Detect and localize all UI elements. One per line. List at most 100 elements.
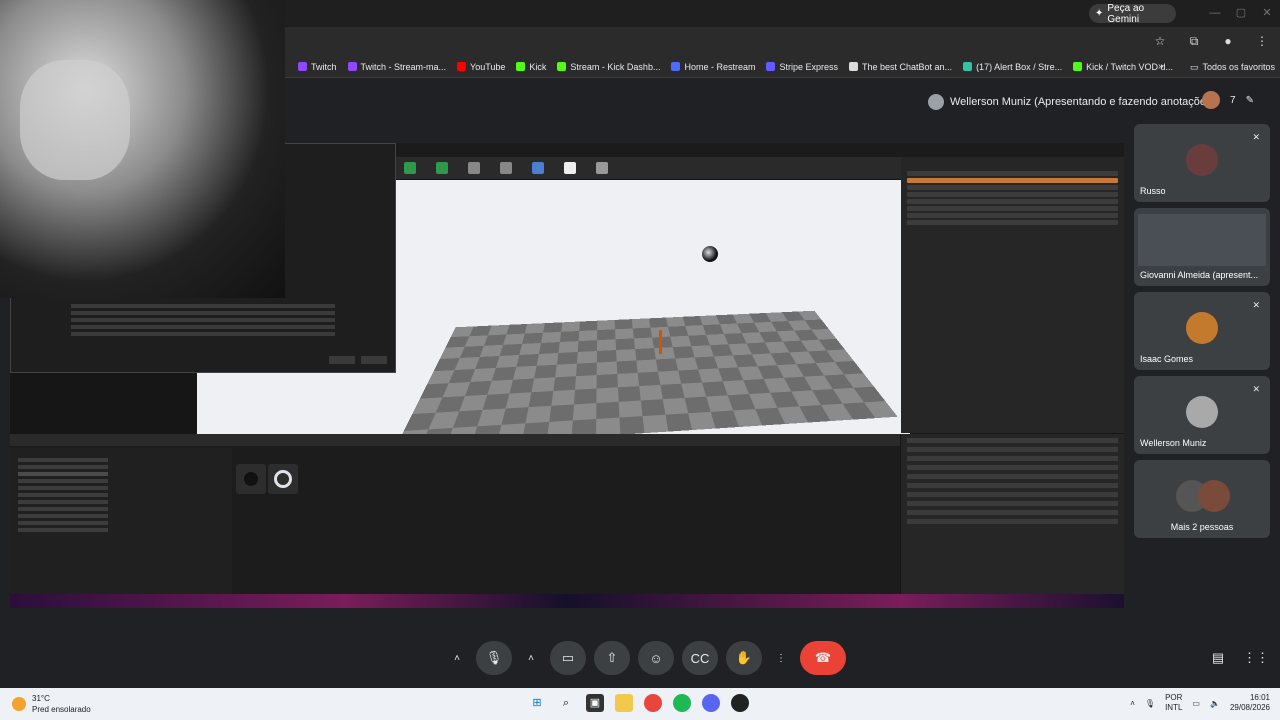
camera-button[interactable]: ▭ [550, 641, 586, 675]
editor-toolbar [396, 157, 910, 179]
dialog-buttons [329, 356, 387, 364]
bookmark-restream[interactable]: Home - Restream [671, 62, 755, 72]
details-row [907, 510, 1118, 515]
more-options-button[interactable]: ⋮ [770, 641, 792, 675]
more-participants-tile[interactable]: Mais 2 pessoas [1134, 460, 1270, 538]
extensions-icon[interactable]: ⧉ [1184, 31, 1204, 51]
leave-call-button[interactable]: ☎ [800, 641, 846, 675]
minimize-icon[interactable]: — [1202, 0, 1228, 27]
chevron-up-icon[interactable]: ˄ [1130, 699, 1135, 708]
bookmark-twitch[interactable]: Twitch [298, 62, 337, 72]
all-bookmarks-label: Todos os favoritos [1202, 62, 1276, 72]
transform-gizmo [659, 330, 662, 354]
content-tree [10, 448, 232, 594]
gemini-button[interactable]: ✦ Peça ao Gemini [1089, 3, 1176, 25]
mic-icon: 🎙 [485, 650, 503, 665]
details-row [907, 438, 1118, 443]
bookmark-twitch-stream-manager[interactable]: Twitch - Stream-ma... [347, 62, 446, 72]
tree-row [18, 500, 108, 504]
captions-button[interactable]: CC [682, 641, 718, 675]
participants-button[interactable]: 7 ✎ [1202, 91, 1254, 109]
outliner-row [907, 206, 1118, 211]
audio-options-button[interactable]: ˄ [446, 641, 468, 675]
spotify-icon[interactable] [673, 694, 691, 712]
hand-icon: ✋ [735, 650, 753, 665]
obs-icon[interactable] [731, 694, 749, 712]
add-icon [404, 162, 416, 174]
checker-floor [394, 310, 898, 434]
captions-icon: CC [690, 650, 710, 666]
file-row [71, 332, 335, 336]
raise-hand-button[interactable]: ✋ [726, 641, 762, 675]
present-button[interactable]: ⇧ [594, 641, 630, 675]
temperature: 31°C [32, 694, 50, 703]
task-view-icon[interactable]: ▣ [586, 694, 604, 712]
close-icon[interactable]: ✕ [1254, 0, 1280, 27]
bookmark-kick[interactable]: Kick [516, 62, 546, 72]
compile-icon [532, 162, 544, 174]
webcam-face [20, 60, 130, 180]
time: 16:01 [1249, 693, 1270, 702]
windows-start-icon[interactable]: ⊞ [528, 694, 546, 712]
reactions-button[interactable]: ☺ [638, 641, 674, 675]
participant-name: Isaac Gomes [1140, 354, 1194, 364]
file-explorer-icon[interactable] [615, 694, 633, 712]
sky-sphere-icon [702, 246, 718, 262]
presenter-chip[interactable]: Wellerson Muniz (Apresentando e fazendo … [928, 90, 1215, 114]
system-tray: ˄ 🎙 POR INTL ▭ 🔈 16:01 29/08/2026 [1130, 693, 1270, 713]
bookmark-kick-dashboard[interactable]: Stream - Kick Dashb... [557, 62, 660, 72]
participant-tile[interactable]: ✕ Isaac Gomes [1134, 292, 1270, 370]
mic-off-icon: ✕ [1252, 384, 1260, 394]
chatbot-icon [849, 62, 858, 71]
network-icon[interactable]: ▭ [1192, 699, 1200, 708]
star-icon[interactable]: ☆ [1150, 31, 1170, 51]
pencil-icon[interactable]: ✎ [1246, 95, 1254, 106]
details-row [907, 447, 1118, 452]
clock[interactable]: 16:01 29/08/2026 [1230, 693, 1270, 713]
participant-name: Russo [1140, 186, 1166, 196]
chevron-up-icon: ˄ [528, 652, 534, 664]
tree-row [18, 472, 108, 476]
menu-icon[interactable]: ⋮ [1252, 31, 1272, 51]
bookmark-alert-box[interactable]: (17) Alert Box / Stre... [963, 62, 1062, 72]
bookmark-stripe[interactable]: Stripe Express [766, 62, 838, 72]
details-row [907, 474, 1118, 479]
maximize-icon[interactable]: ▢ [1228, 0, 1254, 27]
details-row [907, 519, 1118, 524]
cinematics-icon [468, 162, 480, 174]
participant-name: Wellerson Muniz [1140, 438, 1207, 448]
chat-button[interactable]: ▤ [1208, 648, 1228, 668]
input-language[interactable]: POR INTL [1165, 693, 1182, 713]
tree-row [18, 465, 108, 469]
material-asset [236, 464, 266, 494]
avatar [1186, 144, 1218, 176]
outliner-row [907, 192, 1118, 197]
discord-icon[interactable] [702, 694, 720, 712]
bookmark-chatbot[interactable]: The best ChatBot an... [849, 62, 952, 72]
tree-row [18, 521, 108, 525]
outliner-row [907, 171, 1118, 176]
participant-tile[interactable]: ✕ Russo [1134, 124, 1270, 202]
weather-widget[interactable]: 31°C Pred ensolarado [12, 693, 91, 715]
bookmarks-overflow-button[interactable]: » [1158, 56, 1164, 78]
bookmark-youtube[interactable]: YouTube [457, 62, 505, 72]
present-icon: ⇧ [606, 650, 618, 665]
participant-tile[interactable]: ✕ Wellerson Muniz [1134, 376, 1270, 454]
profile-icon[interactable]: ● [1218, 31, 1238, 51]
participant-name: Mais 2 pessoas [1170, 522, 1234, 532]
mic-icon[interactable]: 🎙 [1145, 699, 1155, 708]
volume-icon[interactable]: 🔈 [1210, 699, 1220, 708]
date: 29/08/2026 [1229, 703, 1270, 712]
emoji-icon: ☺ [649, 650, 663, 666]
mic-button[interactable]: 🎙 [476, 641, 512, 675]
tree-row [18, 479, 108, 483]
activities-button[interactable]: ⋮⋮ [1243, 648, 1269, 668]
content-browser-header [10, 434, 900, 446]
all-bookmarks-button[interactable]: ▭ Todos os favoritos [1190, 56, 1275, 78]
participant-tile[interactable]: Giovanni Almeida (apresent... [1134, 208, 1270, 286]
video-options-button[interactable]: ˄ [520, 641, 542, 675]
search-icon[interactable]: ⌕ [557, 694, 575, 712]
details-row [907, 483, 1118, 488]
texture-asset [268, 464, 298, 494]
chrome-icon[interactable] [644, 694, 662, 712]
